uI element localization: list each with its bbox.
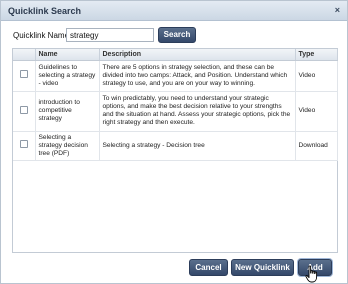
table-row[interactable]: Guidelines to selecting a strategy - vid… bbox=[13, 60, 338, 92]
results-table: Name Description Type Guidelines to sele… bbox=[13, 49, 338, 161]
row-type: Video bbox=[295, 60, 338, 92]
header-name[interactable]: Name bbox=[35, 49, 100, 61]
search-button[interactable]: Search bbox=[158, 27, 196, 43]
quicklink-name-input[interactable] bbox=[66, 28, 154, 42]
dialog-titlebar[interactable]: Quicklink Search × bbox=[1, 1, 347, 21]
row-description: Selecting a strategy - Decision tree bbox=[99, 131, 296, 161]
row-type: Video bbox=[295, 91, 338, 132]
header-check bbox=[13, 49, 36, 61]
row-checkbox[interactable] bbox=[20, 140, 28, 148]
table-row[interactable]: Selecting a strategy decision tree (PDF)… bbox=[13, 131, 338, 161]
row-name: Guidelines to selecting a strategy - vid… bbox=[35, 60, 100, 92]
row-checkbox-cell bbox=[13, 60, 36, 92]
row-name: introduction to competitive strategy bbox=[35, 91, 100, 132]
row-checkbox-cell bbox=[13, 91, 36, 132]
table-header-row: Name Description Type bbox=[13, 49, 338, 61]
close-icon[interactable]: × bbox=[335, 5, 340, 15]
header-description[interactable]: Description bbox=[99, 49, 296, 61]
row-checkbox[interactable] bbox=[20, 105, 28, 114]
row-type: Download bbox=[295, 131, 338, 161]
header-type[interactable]: Type bbox=[295, 49, 338, 61]
new-quicklink-button[interactable]: New Quicklink bbox=[231, 259, 294, 276]
search-label: Quicklink Name bbox=[13, 31, 70, 40]
cancel-button[interactable]: Cancel bbox=[189, 259, 228, 276]
quicklink-search-dialog: Quicklink Search × Quicklink Name Search… bbox=[0, 0, 348, 284]
results-grid: Name Description Type Guidelines to sele… bbox=[12, 48, 338, 253]
row-name: Selecting a strategy decision tree (PDF) bbox=[35, 131, 100, 161]
dialog-title: Quicklink Search bbox=[8, 6, 82, 16]
row-checkbox-cell bbox=[13, 131, 36, 161]
row-description: To win predictably, you need to understa… bbox=[99, 91, 296, 132]
row-description: There are 5 options in strategy selectio… bbox=[99, 60, 296, 92]
add-button[interactable]: Add bbox=[298, 259, 332, 276]
table-row[interactable]: introduction to competitive strategy To … bbox=[13, 91, 338, 132]
row-checkbox[interactable] bbox=[20, 70, 28, 78]
